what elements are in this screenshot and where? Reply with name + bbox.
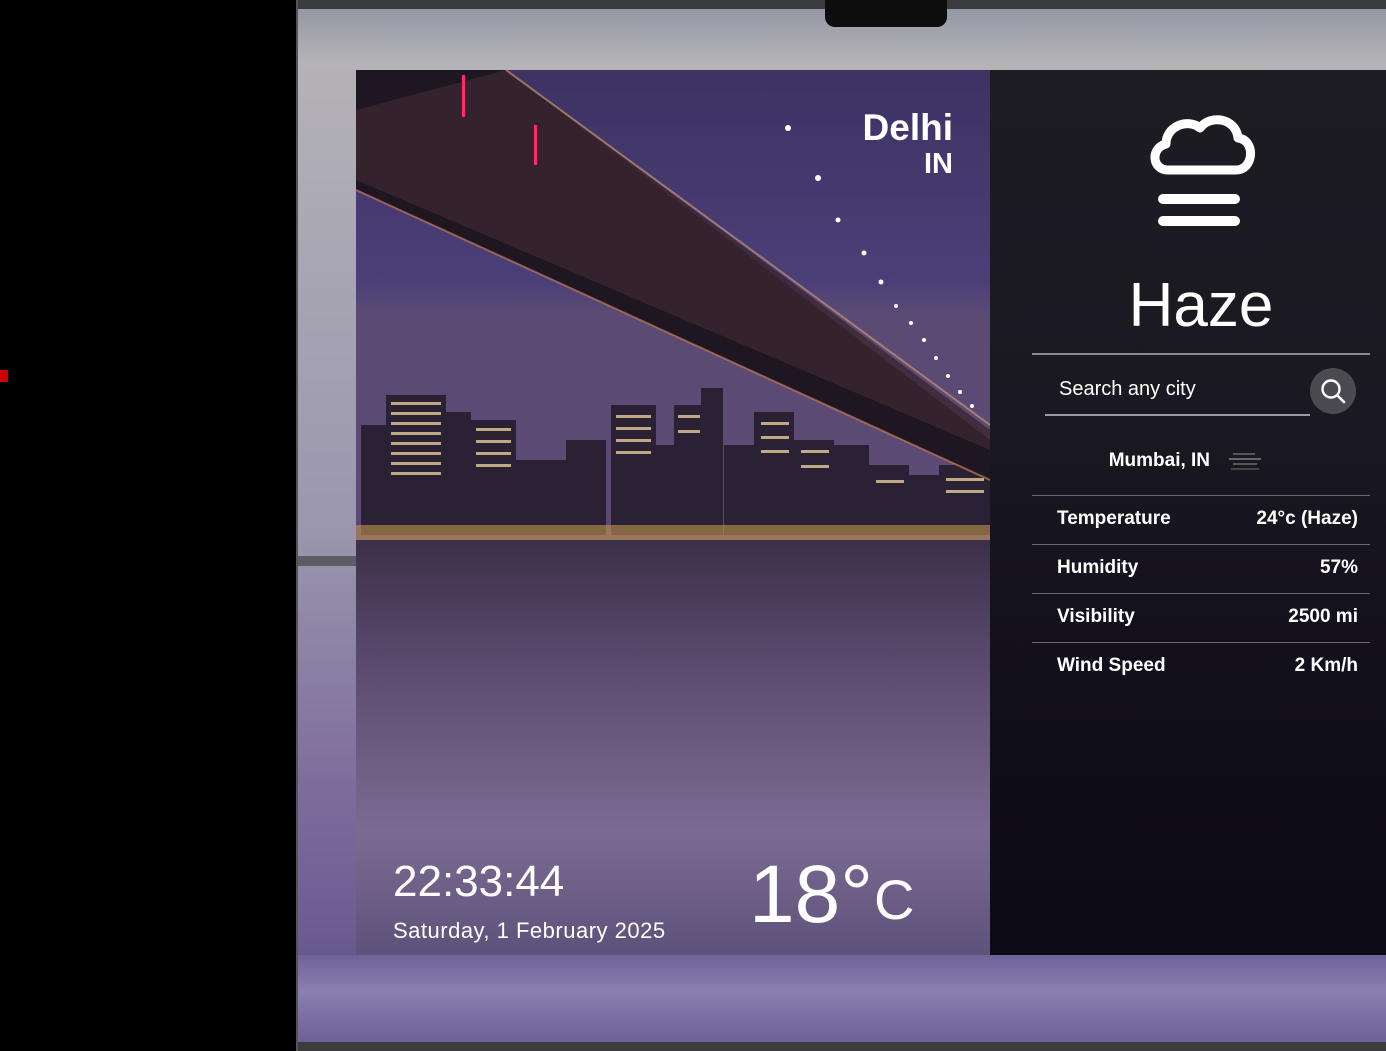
stat-row-temperature: Temperature 24°c (Haze)	[1032, 495, 1370, 544]
background-haze	[298, 955, 1386, 1045]
stat-label: Temperature	[1057, 508, 1171, 529]
city-photo-card: Delhi IN 22:33:44 Saturday, 1 February 2…	[356, 70, 990, 955]
stat-row-visibility: Visibility 2500 mi	[1032, 593, 1370, 642]
weather-info-panel: Haze Mumbai, IN Temperature 24°c (Haze) …	[990, 70, 1386, 955]
stat-value: 57%	[1319, 557, 1358, 578]
background-pier	[298, 556, 358, 566]
city-night-image	[356, 70, 990, 955]
stat-label: Visibility	[1057, 606, 1135, 627]
stat-value: 2500 mi	[1288, 606, 1358, 627]
haze-icon	[1150, 115, 1255, 226]
current-temperature: 18°	[749, 849, 874, 940]
stat-label: Wind Speed	[1057, 655, 1166, 676]
stat-label: Humidity	[1057, 557, 1139, 578]
haze-icon	[1229, 453, 1262, 470]
clock-time: 22:33:44	[393, 857, 565, 906]
stat-value: 24°c (Haze)	[1256, 508, 1358, 529]
weather-condition: Haze	[1128, 271, 1274, 340]
temperature-unit: C	[874, 868, 915, 931]
weather-stats-list: Temperature 24°c (Haze) Humidity 57% Vis…	[1032, 495, 1370, 691]
desktop-background	[0, 0, 296, 1051]
stat-value: 2 Km/h	[1294, 655, 1358, 676]
city-name: Delhi	[862, 107, 953, 148]
divider	[1032, 353, 1370, 355]
search-field-wrapper	[1045, 366, 1310, 416]
bottom-bar	[298, 1042, 1386, 1051]
stat-row-humidity: Humidity 57%	[1032, 544, 1370, 593]
red-marker	[0, 370, 8, 382]
stat-row-wind-speed: Wind Speed 2 Km/h	[1032, 642, 1370, 691]
recent-city-label: Mumbai, IN	[1108, 450, 1211, 472]
search-input[interactable]	[1045, 366, 1300, 412]
search-button[interactable]	[1310, 368, 1356, 414]
current-date: Saturday, 1 February 2025	[393, 918, 666, 943]
notch	[825, 0, 947, 27]
recent-city-item[interactable]: Mumbai, IN	[990, 450, 1380, 472]
search-icon	[1321, 379, 1346, 404]
country-code: IN	[924, 148, 953, 180]
